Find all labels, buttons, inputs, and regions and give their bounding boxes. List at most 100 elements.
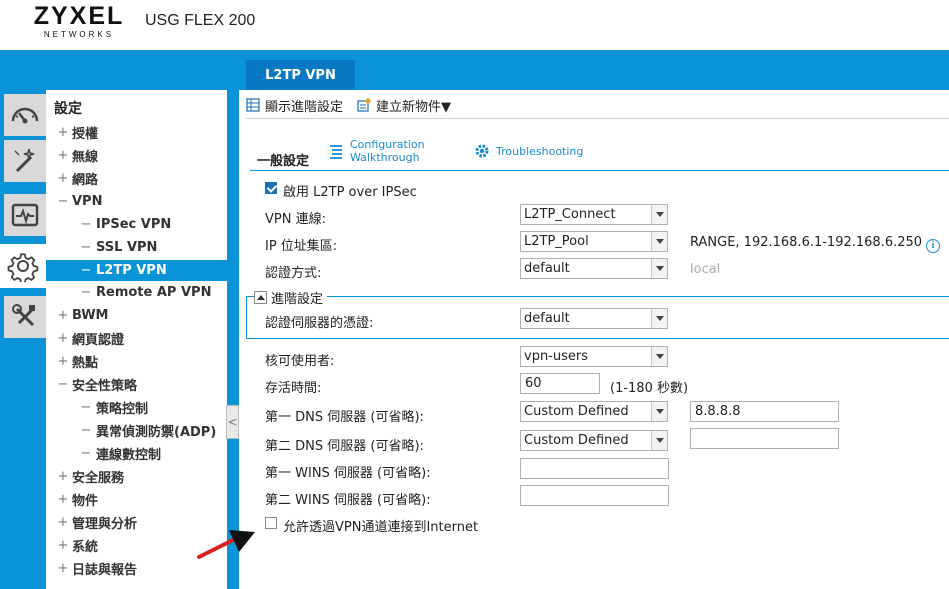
expand-icon: + [57, 515, 69, 530]
nav-item-label: Remote AP VPN [96, 285, 212, 300]
chevron-down-icon [651, 431, 667, 450]
collapse-icon: − [57, 377, 69, 392]
chevron-down-icon [651, 205, 667, 224]
configuration-walkthrough-link[interactable]: Configuration Walkthrough [328, 138, 425, 164]
collapse-sidebar-handle[interactable]: < [226, 405, 239, 439]
nav-item-label: IPSec VPN [96, 217, 172, 232]
dns1-type-select[interactable]: Custom Defined [520, 401, 668, 422]
nav-item-remote-ap-vpn[interactable]: − Remote AP VPN [46, 282, 227, 303]
tab-l2tp-vpn[interactable]: L2TP VPN [246, 60, 355, 90]
rail-monitor-button[interactable] [4, 194, 46, 236]
dns2-type-value: Custom Defined [524, 433, 629, 448]
ip-pool-select[interactable]: L2TP_Pool [520, 231, 668, 252]
dash-icon: − [80, 263, 92, 278]
internet-through-vpn-label: 允許透過VPN通道連接到Internet [283, 520, 479, 535]
nav-item-network[interactable]: + 網路 [46, 168, 227, 189]
chevron-down-icon [651, 347, 667, 366]
rail-maintenance-button[interactable] [4, 296, 46, 338]
nav-item-session-control[interactable]: − 連線數控制 [46, 443, 227, 464]
nav-item-security-policy[interactable]: − 安全性策略 [46, 374, 227, 395]
nav-item-label: 安全服務 [72, 471, 125, 486]
nav-item-policy-control[interactable]: − 策略控制 [46, 397, 227, 418]
dns1-input[interactable]: 8.8.8.8 [690, 401, 839, 422]
nav-title: 設定 [54, 101, 82, 117]
nav-item-label: VPN [72, 194, 103, 209]
nav-item-objects[interactable]: + 物件 [46, 489, 227, 510]
auth-method-label: 認證方式: [265, 266, 322, 281]
rail-configuration-button[interactable] [0, 244, 46, 288]
tools-icon [12, 304, 35, 327]
new-object-icon [357, 98, 371, 112]
gear-small-icon [475, 144, 489, 158]
nav-item-ssl-vpn[interactable]: − SSL VPN [46, 237, 227, 258]
dashboard-icon [11, 107, 39, 124]
rail-dashboard-button[interactable] [4, 94, 46, 136]
allowed-users-label: 核可使用者: [265, 354, 335, 369]
nav-item-label: 系統 [72, 540, 99, 555]
cert-select[interactable]: default [520, 308, 668, 329]
nav-item-hotspot[interactable]: + 熱點 [46, 351, 227, 372]
wins1-input[interactable] [520, 458, 669, 479]
dash-icon: − [80, 423, 92, 438]
device-model: USG FLEX 200 [145, 12, 256, 29]
enable-l2tp-checkbox[interactable] [265, 182, 277, 194]
dash-icon: − [80, 217, 92, 232]
dns1-label: 第一 DNS 伺服器 (可省略): [265, 410, 424, 425]
nav-item-adp[interactable]: − 異常偵測防禦(ADP) [46, 420, 227, 441]
internet-through-vpn-checkbox[interactable] [265, 517, 277, 529]
expand-icon: + [57, 171, 69, 186]
nav-item-label: 策略控制 [96, 402, 149, 417]
expand-icon: + [57, 561, 69, 576]
nav-item-vpn[interactable]: − VPN [46, 191, 227, 212]
nav-item-label: 物件 [72, 494, 99, 509]
nav-item-l2tp-vpn[interactable]: − L2TP VPN [46, 260, 227, 281]
nav-item-label: 安全性策略 [72, 379, 138, 394]
nav-item-ipsec-vpn[interactable]: − IPSec VPN [46, 214, 227, 235]
header-bar [0, 50, 949, 90]
advanced-settings-title: 進階設定 [271, 292, 324, 307]
zyxel-logo: ZYXEL NETWORKS [33, 2, 125, 39]
vpn-connection-select[interactable]: L2TP_Connect [520, 204, 668, 225]
general-settings-title: 一般設定 [257, 154, 310, 169]
toolbar-divider [246, 118, 949, 119]
allowed-users-select[interactable]: vpn-users [520, 346, 668, 367]
dash-icon: − [80, 285, 92, 300]
toolbar: 顯示進階設定 建立新物件▼ [246, 93, 465, 117]
info-icon[interactable]: i [926, 239, 941, 253]
nav-item-web-auth[interactable]: + 網頁認證 [46, 328, 227, 349]
nav-item-label: 管理與分析 [72, 517, 138, 532]
cert-label: 認證伺服器的憑證: [265, 316, 374, 331]
dns2-label: 第二 DNS 伺服器 (可省略): [265, 439, 424, 454]
nav-item-license[interactable]: + 授權 [46, 122, 227, 143]
troubleshooting-link[interactable]: Troubleshooting [474, 143, 583, 159]
nav-item-bwm[interactable]: + BWM [46, 305, 227, 326]
advanced-settings-header[interactable]: 進階設定 [254, 288, 328, 307]
table-icon [246, 98, 260, 112]
create-object-button[interactable]: 建立新物件▼ [357, 96, 451, 115]
wins2-input[interactable] [520, 485, 669, 506]
vpn-connection-label: VPN 連線: [265, 212, 326, 227]
nav-item-wireless[interactable]: + 無線 [46, 145, 227, 166]
dns2-input[interactable] [690, 428, 839, 449]
show-advanced-button[interactable]: 顯示進階設定 [246, 96, 343, 115]
chevron-left-icon: < [227, 415, 238, 429]
auth-method-select[interactable]: default [520, 258, 668, 279]
dash-icon: − [80, 240, 92, 255]
collapse-toggle-icon[interactable] [254, 291, 267, 304]
icon-rail [0, 90, 46, 589]
chevron-down-icon [651, 309, 667, 328]
auth-method-note: local [690, 262, 721, 277]
keepalive-range: (1-180 秒數) [610, 381, 689, 396]
nav-item-label: L2TP VPN [96, 263, 167, 278]
nav-item-label: 授權 [72, 127, 99, 142]
dns2-type-select[interactable]: Custom Defined [520, 430, 668, 451]
expand-icon: + [57, 125, 69, 140]
rail-wizard-button[interactable] [4, 140, 46, 182]
annotation-arrow-icon [197, 530, 255, 559]
expand-icon: + [57, 148, 69, 163]
nav-item-security-services[interactable]: + 安全服務 [46, 466, 227, 487]
nav-item-logs-reports[interactable]: + 日誌與報告 [46, 558, 227, 579]
keepalive-input[interactable]: 60 [520, 373, 600, 394]
dash-icon: − [80, 446, 92, 461]
nav-item-label: 連線數控制 [96, 448, 162, 463]
